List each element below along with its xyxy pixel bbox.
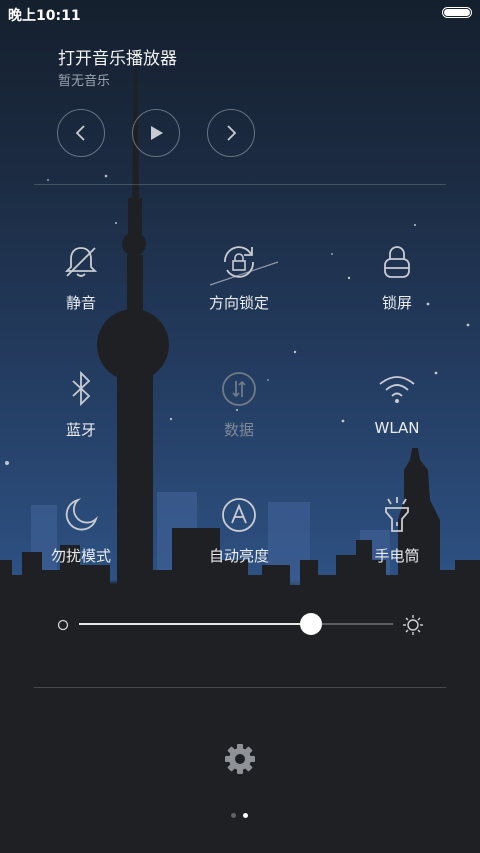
toggle-wlan[interactable]: WLAN [337, 369, 457, 437]
toggle-label: 手电筒 [374, 547, 420, 565]
divider [34, 687, 446, 688]
toggle-label: 勿扰模式 [50, 547, 111, 565]
page-indicator-1[interactable] [231, 813, 236, 818]
play-icon [151, 126, 163, 140]
divider [34, 184, 446, 185]
bluetooth-icon [72, 370, 91, 407]
toggle-label: 静音 [65, 294, 96, 312]
brightness-slider-fill [79, 623, 312, 625]
music-player-title[interactable]: 打开音乐播放器 [58, 44, 177, 69]
lock-icon [384, 246, 410, 278]
brightness-high-icon [403, 615, 423, 635]
toggle-label: 锁屏 [381, 294, 412, 312]
gear-icon[interactable] [224, 743, 256, 775]
toggle-mobile-data[interactable]: 数据 [179, 369, 299, 440]
toggle-label: WLAN [374, 419, 420, 437]
toggle-label: 数据 [223, 421, 254, 439]
auto-brightness-icon [222, 498, 256, 532]
previous-icon [75, 125, 85, 141]
next-icon [227, 125, 237, 141]
toggle-auto-brightness[interactable]: 自动亮度 [179, 495, 299, 566]
toggle-label: 自动亮度 [208, 547, 269, 565]
rotation-lock-icon [224, 246, 254, 278]
flashlight-icon [385, 497, 409, 532]
brightness-slider[interactable] [79, 613, 393, 635]
toggle-flashlight[interactable]: 手电筒 [337, 495, 457, 566]
wifi-icon [379, 376, 415, 403]
toggle-rotation-lock[interactable]: 方向锁定 [179, 242, 299, 313]
toggle-bluetooth[interactable]: 蓝牙 [21, 369, 141, 440]
mobile-data-icon [222, 372, 256, 406]
toggle-mute[interactable]: 静音 [21, 242, 141, 313]
status-time: 晚上10:11 [8, 8, 81, 24]
toggle-do-not-disturb[interactable]: 勿扰模式 [21, 495, 141, 566]
moon-icon [65, 498, 98, 531]
bell-off-icon [64, 247, 98, 277]
toggle-label: 蓝牙 [65, 421, 96, 439]
toggle-lock-screen[interactable]: 锁屏 [337, 242, 457, 313]
music-player-subtitle: 暂无音乐 [58, 74, 111, 89]
previous-button[interactable] [57, 109, 105, 157]
toggle-label: 方向锁定 [208, 294, 269, 312]
battery-icon [442, 7, 472, 18]
next-button[interactable] [207, 109, 255, 157]
play-button[interactable] [132, 109, 180, 157]
brightness-low-icon [57, 619, 69, 631]
page-indicator-2[interactable] [243, 813, 248, 818]
